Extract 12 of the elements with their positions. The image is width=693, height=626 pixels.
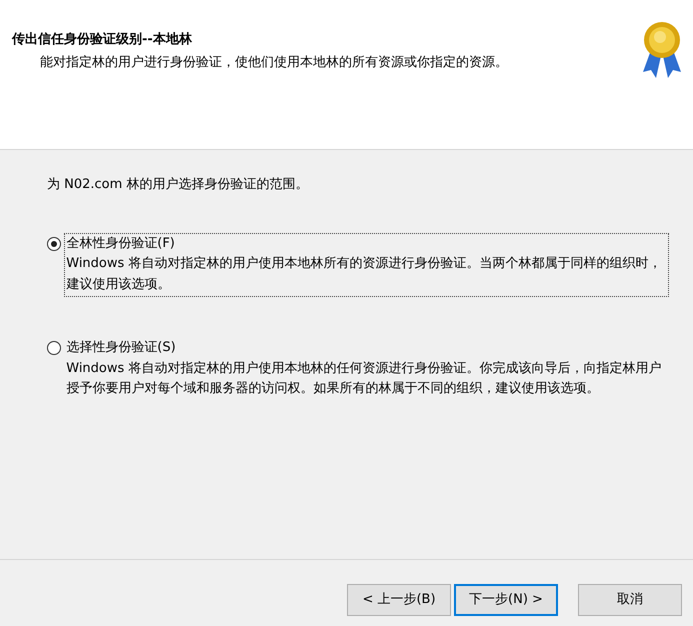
option-label[interactable]: 全林性身份验证(F) bbox=[66, 234, 667, 254]
radio-button[interactable] bbox=[47, 340, 61, 355]
cancel-button[interactable]: 取消 bbox=[578, 584, 682, 616]
instruction-text: 为 N02.com 林的用户选择身份验证的范围。 bbox=[47, 176, 310, 194]
page-subtitle: 能对指定林的用户进行身份验证，使他们使用本地林的所有资源或你指定的资源。 bbox=[39, 54, 508, 72]
option-description: Windows 将自动对指定林的用户使用本地林的任何资源进行身份验证。你完成该向导后，向指定林用户授予你要用户对每个域和服务器的访问权。如果所有的林属于不同的组织，建议使用该选项。 bbox=[66, 360, 662, 398]
option-description: Windows 将自动对指定林的用户使用本地林所有的资源进行身份验证。当两个林都属于同样的组织时，建议使用该选项。 bbox=[66, 255, 662, 294]
radio-button[interactable] bbox=[47, 236, 61, 250]
next-button[interactable]: 下一步(N) > bbox=[454, 584, 558, 616]
page-title: 传出信任身份验证级别--本地林 bbox=[12, 31, 193, 49]
option-label[interactable]: 选择性身份验证(S) bbox=[66, 338, 667, 359]
back-button[interactable]: < 上一步(B) bbox=[347, 584, 451, 616]
